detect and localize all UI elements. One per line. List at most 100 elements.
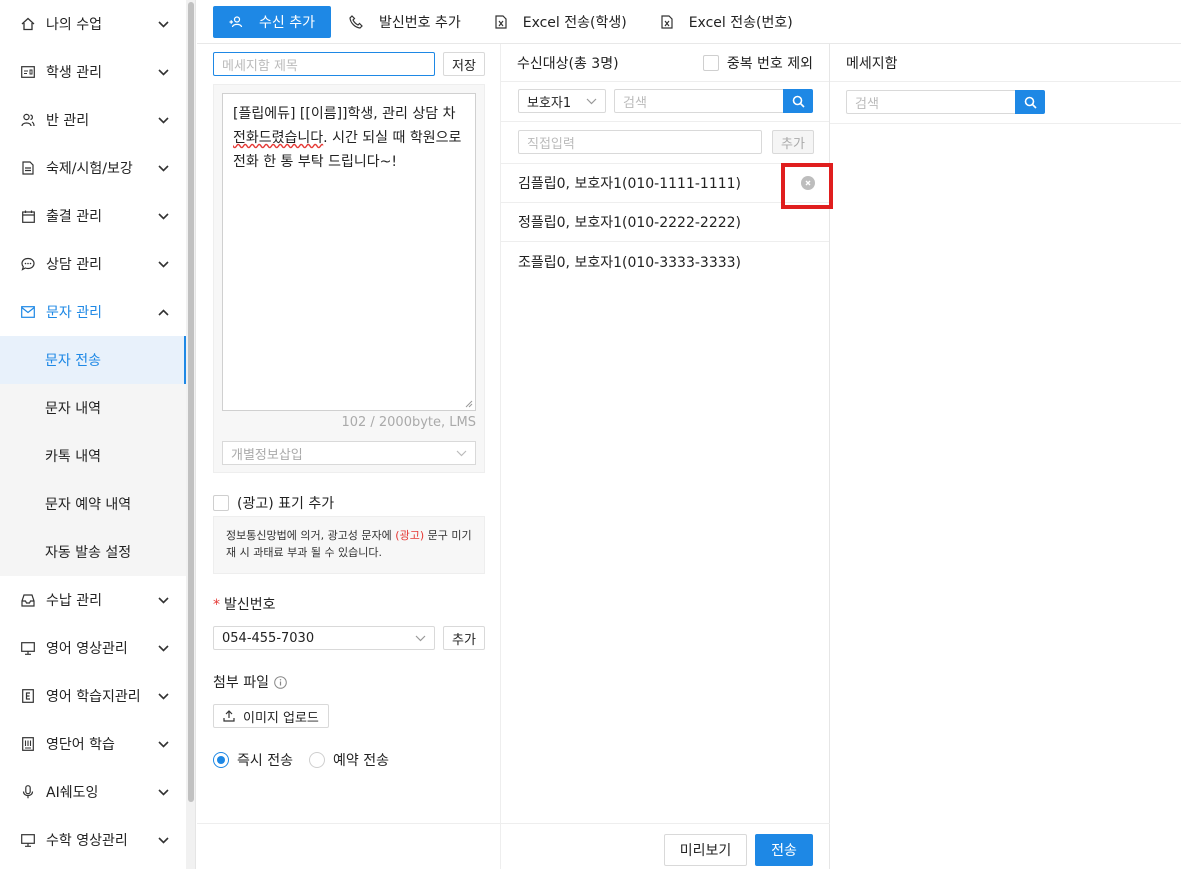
direct-add-button[interactable]: 추가	[772, 130, 814, 154]
compose-panel: 메세지함 제목 저장 [플립에듀] [[이름]]학생, 관리 상담 차 전화드렸…	[197, 44, 500, 824]
sidebar-item-sms[interactable]: 문자 관리	[0, 288, 186, 336]
sidebar-item-counseling[interactable]: 상담 관리	[0, 240, 186, 288]
sidebar-item-homework[interactable]: 숙제/시험/보강	[0, 144, 186, 192]
submenu-item-auto-send[interactable]: 자동 발송 설정	[0, 528, 186, 576]
recipient-search-input[interactable]: 검색	[614, 89, 784, 113]
info-icon[interactable]	[274, 675, 287, 689]
ad-label-row: (광고) 표기 추가	[213, 493, 334, 513]
sms-submenu: 문자 전송 문자 내역 카톡 내역 문자 예약 내역 자동 발송 설정	[0, 336, 186, 576]
sidebar-item-students[interactable]: 학생 관리	[0, 48, 186, 96]
sidebar-scrollbar[interactable]	[186, 0, 196, 869]
recipient-type-select[interactable]: 보호자1	[518, 89, 606, 113]
remove-icon[interactable]	[801, 176, 815, 190]
ad-label-text: (광고) 표기 추가	[237, 496, 335, 512]
sidebar-item-label: 숙제/시험/보강	[46, 161, 133, 177]
send-reserved-label: 예약 전송	[332, 753, 389, 769]
add-recipient-label: 수신 추가	[259, 14, 315, 31]
sidebar-item-english-video[interactable]: 영어 영상관리	[0, 624, 186, 672]
document-icon	[20, 160, 36, 176]
upload-icon	[223, 710, 235, 722]
direct-input-row: 직접입력 추가	[501, 122, 829, 164]
sidebar-item-ai-shadowing[interactable]: AI쉐도잉	[0, 768, 186, 816]
scrollbar-thumb[interactable]	[188, 2, 194, 802]
sidebar-item-payments[interactable]: 수납 관리	[0, 576, 186, 624]
inbox-icon	[20, 592, 36, 608]
monitor-icon	[20, 832, 36, 848]
sidebar-item-classes[interactable]: 반 관리	[0, 96, 186, 144]
id-card-icon	[20, 64, 36, 80]
sidebar-item-attendance[interactable]: 출결 관리	[0, 192, 186, 240]
save-button[interactable]: 저장	[443, 52, 485, 76]
add-sender-button[interactable]: 발신번호 추가	[333, 6, 477, 38]
send-now-radio[interactable]	[213, 752, 229, 768]
ad-label-checkbox[interactable]	[213, 495, 229, 511]
submenu-item-sms-history[interactable]: 문자 내역	[0, 384, 186, 432]
excel-student-button[interactable]: Excel 전송(학생)	[479, 6, 643, 38]
sender-number-select[interactable]: 054-455-7030	[213, 626, 435, 650]
recipient-row[interactable]: 정플립0, 보호자1(010-2222-2222)	[501, 203, 829, 242]
personal-info-select[interactable]: 개별정보삽입	[222, 441, 476, 465]
byte-count: 102 / 2000byte, LMS	[341, 415, 476, 430]
recipients-header: 수신대상(총 3명) 중복 번호 제외	[501, 44, 829, 82]
sender-add-button[interactable]: 추가	[443, 626, 485, 650]
send-now-label: 즉시 전송	[237, 753, 293, 769]
book-icon	[20, 736, 36, 752]
chevron-down-icon	[156, 689, 170, 703]
sidebar: 나의 수업 학생 관리 반 관리 숙제/시험/보강 출결 관리 상담 관리 문자…	[0, 0, 186, 869]
toolbar: 수신 추가 발신번호 추가 Excel 전송(학생) Excel 전송(번호)	[197, 0, 1181, 44]
recipient-search-button[interactable]	[783, 89, 813, 113]
user-add-icon	[229, 15, 251, 28]
attach-heading: 첨부 파일	[213, 672, 287, 692]
message-title-input[interactable]: 메세지함 제목	[213, 52, 435, 76]
message-search-input[interactable]: 검색	[846, 90, 1016, 114]
sender-number-label: 발신번호	[224, 597, 276, 613]
preview-button[interactable]: 미리보기	[664, 834, 747, 866]
sidebar-item-math-video[interactable]: 수학 영상관리	[0, 816, 186, 864]
recipients-title: 수신대상(총 3명)	[517, 55, 619, 72]
chevron-down-icon	[156, 113, 170, 127]
message-search-button[interactable]	[1015, 90, 1045, 114]
calendar-icon	[20, 208, 36, 224]
sidebar-item-label: 수학 영상관리	[46, 833, 128, 849]
search-placeholder: 검색	[623, 95, 647, 111]
personal-info-placeholder: 개별정보삽입	[231, 447, 303, 463]
recipients-filter-row: 보호자1 검색	[501, 82, 829, 122]
chevron-down-icon	[415, 635, 426, 642]
direct-number-input[interactable]: 직접입력	[518, 130, 762, 154]
excel-file-icon	[661, 14, 681, 29]
notice-highlight: (광고)	[395, 529, 425, 542]
chevron-down-icon	[586, 98, 597, 105]
mail-icon	[20, 304, 36, 320]
sidebar-item-label: 학생 관리	[46, 65, 102, 81]
letter-e-icon	[20, 688, 36, 704]
microphone-icon	[20, 784, 36, 800]
message-search-row: 검색	[830, 82, 1181, 124]
dedupe-checkbox[interactable]	[702, 54, 719, 71]
chevron-down-icon	[156, 209, 170, 223]
sidebar-item-my-class[interactable]: 나의 수업	[0, 0, 186, 48]
add-recipient-button[interactable]: 수신 추가	[213, 5, 331, 38]
submenu-item-reserved-history[interactable]: 문자 예약 내역	[0, 480, 186, 528]
bottom-action-bar: 미리보기 전송	[197, 823, 830, 869]
chevron-down-icon	[156, 17, 170, 31]
chevron-down-icon	[456, 450, 467, 457]
dedupe-label: 중복 번호 제외	[726, 55, 813, 72]
send-reserved-radio[interactable]	[308, 752, 325, 768]
excel-number-label: Excel 전송(번호)	[688, 14, 793, 31]
send-button[interactable]: 전송	[755, 834, 813, 866]
submenu-item-kakao-history[interactable]: 카톡 내역	[0, 432, 186, 480]
message-textarea[interactable]: [플립에듀] [[이름]]학생, 관리 상담 차 전화드렸습니다. 시간 되실 …	[222, 93, 476, 411]
sidebar-item-vocab[interactable]: 영단어 학습	[0, 720, 186, 768]
image-upload-button[interactable]: 이미지 업로드	[213, 704, 329, 728]
excel-number-button[interactable]: Excel 전송(번호)	[645, 6, 809, 38]
submenu-item-sms-send[interactable]: 문자 전송	[0, 336, 186, 384]
image-upload-label: 이미지 업로드	[243, 710, 319, 726]
sidebar-item-english-worksheet[interactable]: 영어 학습지관리	[0, 672, 186, 720]
monitor-icon	[20, 640, 36, 656]
recipient-text: 조플립0, 보호자1(010-3333-3333)	[518, 254, 742, 271]
recipient-row[interactable]: 조플립0, 보호자1(010-3333-3333)	[501, 242, 829, 281]
resize-handle-icon[interactable]	[465, 400, 473, 408]
recipient-row[interactable]: 김플립0, 보호자1(010-1111-1111)	[501, 164, 829, 203]
search-icon	[792, 95, 805, 108]
chevron-down-icon	[156, 257, 170, 271]
